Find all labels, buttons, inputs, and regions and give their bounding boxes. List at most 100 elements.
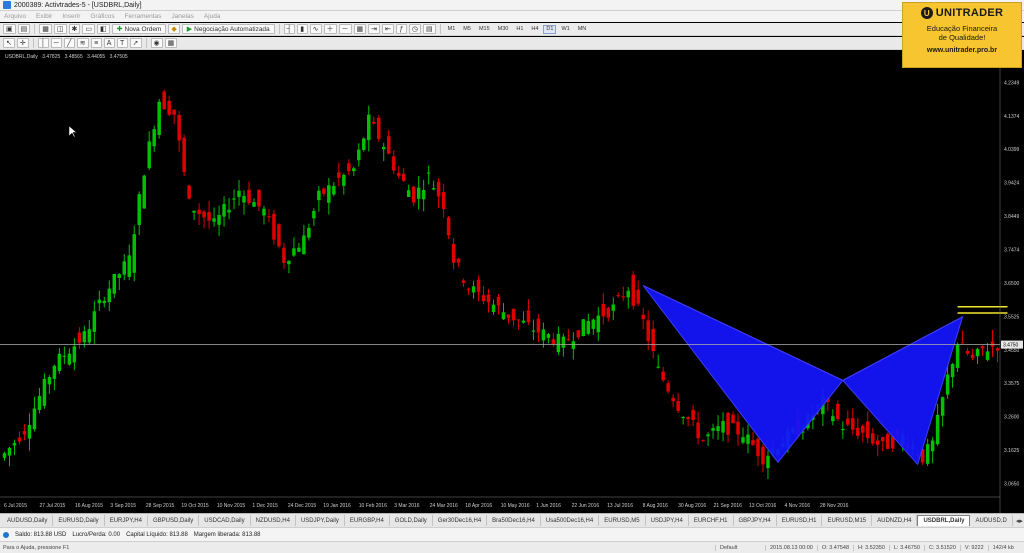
strategy-tester-icon[interactable]: ◧ (97, 24, 110, 34)
trendline-icon[interactable]: ╱ (63, 38, 75, 48)
text-tool-icon[interactable]: A (103, 38, 115, 48)
objects-list-icon[interactable]: ▦ (164, 38, 178, 48)
candle-body (391, 156, 396, 171)
market-watch-icon[interactable]: ▦ (39, 24, 52, 34)
candle-body (192, 210, 196, 213)
candle-body (451, 244, 456, 263)
templates-icon[interactable]: ▤ (423, 24, 436, 34)
horizontal-line-icon[interactable]: ─ (50, 38, 62, 48)
y-tick-label: 3.1625 (1004, 448, 1020, 454)
chart-tab[interactable]: AUDNZD,H4 (872, 515, 918, 526)
chart-tab[interactable]: EURUSD,M15 (822, 515, 873, 526)
tile-windows-icon[interactable]: ▦ (353, 24, 367, 34)
candle-body (521, 320, 526, 323)
timeframe-w1[interactable]: W1 (558, 25, 572, 34)
chart-tab[interactable]: Usa500Dec16,H4 (541, 515, 600, 526)
menu-item-ferramentas[interactable]: Ferramentas (125, 13, 162, 20)
candle-body (421, 189, 426, 200)
candle-body (207, 211, 211, 221)
autoscroll-icon[interactable]: ⇥ (368, 24, 381, 34)
auto-trading-button[interactable]: ▶ Negociação Automatizada (181, 24, 275, 34)
fibonacci-icon[interactable]: ≡ (90, 38, 102, 48)
account-free-margin: Margem liberada: 813.88 (193, 531, 261, 538)
chart-tab[interactable]: USDJPY,H4 (646, 515, 689, 526)
meta-editor-icon[interactable]: ◆ (168, 24, 180, 34)
candle-body (481, 295, 486, 302)
chart-tab[interactable]: USDCAD,Daily (199, 515, 251, 526)
chart-tab[interactable]: USDJPY,Daily (296, 515, 345, 526)
price-chart[interactable]: 4.2349 4.1374 4.0399 3.9424 3.8449 3.7474 3.65… (0, 51, 1024, 513)
zoom-in-icon[interactable]: ＋ (323, 24, 337, 34)
candle-body (182, 137, 186, 172)
chart-window[interactable]: USDBRL,Daily 3.47825 3.48565 3.44055 3.4… (0, 51, 1024, 513)
chart-tab[interactable]: NZDUSD,H4 (251, 515, 296, 526)
candle-body (486, 294, 491, 303)
arrow-tool-icon[interactable]: ➚ (129, 38, 142, 48)
chart-tab[interactable]: EURGBP,H4 (345, 515, 390, 526)
chart-tab[interactable]: Bra50Dec16,H4 (487, 515, 541, 526)
menu-item-ajuda[interactable]: Ajuda (204, 13, 221, 20)
candle-body (152, 129, 156, 147)
timeframe-m1[interactable]: M1 (445, 25, 459, 34)
menu-item-graficos[interactable]: Gráficos (90, 13, 114, 20)
candle-body (571, 341, 576, 349)
bar-chart-icon[interactable]: ┤ (283, 24, 295, 34)
cursor-icon[interactable]: ↖ (3, 38, 15, 48)
candle-body (461, 280, 466, 283)
chart-tab[interactable]: GOLD,Daily (390, 515, 433, 526)
chart-tab[interactable]: AUDUSD,Daily (2, 515, 54, 526)
chart-tab[interactable]: GBPUSD,Daily (148, 515, 200, 526)
candle-body (980, 345, 985, 349)
menu-item-janelas[interactable]: Janelas (171, 13, 193, 20)
zoom-out-icon[interactable]: － (338, 24, 352, 34)
timeframe-h4[interactable]: H4 (528, 25, 541, 34)
line-chart-icon[interactable]: ∿ (309, 24, 322, 34)
chart-tab[interactable]: EURUSD,M5 (599, 515, 646, 526)
timeframe-m15[interactable]: M15 (476, 25, 493, 34)
data-window-icon[interactable]: ◫ (53, 24, 67, 34)
candlestick-icon[interactable]: ▮ (296, 24, 308, 34)
candle-body (935, 414, 940, 445)
timeframe-m30[interactable]: M30 (495, 25, 512, 34)
timeframe-m5[interactable]: M5 (460, 25, 474, 34)
chart-tab[interactable]: GBPJPY,H4 (734, 515, 777, 526)
chart-tab[interactable]: EURUSD,H1 (777, 515, 823, 526)
candle-body (975, 348, 980, 357)
label-tool-icon[interactable]: T (116, 38, 128, 48)
chart-tab[interactable]: AUDUSD,D (970, 515, 1013, 526)
unitrader-logo-icon: U (920, 7, 933, 19)
candle-body (831, 416, 835, 422)
candle-body (142, 175, 146, 209)
window-title: 2000389: Activtrades-5 - [USDBRL,Daily] (14, 1, 142, 9)
navigator-icon[interactable]: ✱ (68, 24, 81, 34)
terminal-icon[interactable]: ▭ (82, 24, 95, 34)
periods-icon[interactable]: ◷ (408, 24, 422, 34)
candle-body (307, 227, 311, 238)
indicators-icon[interactable]: ƒ (395, 24, 407, 34)
chart-tab[interactable]: EURUSD,Daily (53, 515, 105, 526)
candle-body (172, 109, 176, 115)
tab-scroll-arrows-icon[interactable]: ◂▸ (1013, 517, 1024, 525)
timeframe-d1[interactable]: D1 (543, 24, 557, 34)
candle-body (37, 395, 42, 410)
channel-icon[interactable]: ≋ (76, 38, 89, 48)
chart-tab[interactable]: EURCHF,H1 (689, 515, 734, 526)
chart-tab-active[interactable]: USDBRL,Daily (917, 515, 971, 526)
profiles-icon[interactable]: ▤ (17, 24, 31, 34)
chart-shift-icon[interactable]: ⇤ (382, 24, 394, 34)
timeframe-h1[interactable]: H1 (513, 25, 526, 34)
vertical-line-icon[interactable]: │ (37, 38, 49, 48)
shapes-icon[interactable]: ◉ (150, 38, 163, 48)
candle-body (731, 414, 735, 423)
chart-tab[interactable]: EURJPY,H4 (105, 515, 148, 526)
new-order-button[interactable]: ✚ Nova Ordem (111, 24, 167, 34)
menu-item-inserir[interactable]: Inserir (62, 13, 80, 20)
candle-body (885, 433, 890, 449)
new-chart-icon[interactable]: ▣ (3, 24, 16, 34)
menu-item-exibir[interactable]: Exibir (36, 13, 52, 20)
toolbar-separator (439, 24, 441, 34)
timeframe-mn[interactable]: MN (575, 25, 590, 34)
chart-tab[interactable]: Ger30Dec16,H4 (433, 515, 488, 526)
crosshair-icon[interactable]: ✛ (16, 38, 29, 48)
menu-item-arquivo[interactable]: Arquivo (4, 13, 26, 20)
